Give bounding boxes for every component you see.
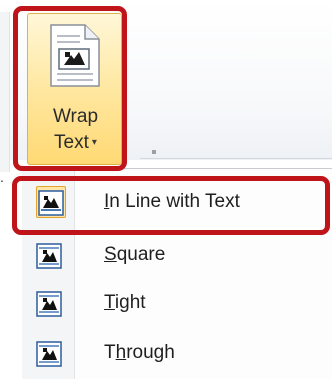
menu-item-square[interactable]: Square <box>22 231 332 281</box>
menu-item-label: Square <box>104 244 166 265</box>
wrap-tight-icon <box>36 291 62 317</box>
menu-item-through[interactable]: Through <box>22 329 332 379</box>
menu-item-label: Through <box>104 342 175 363</box>
highlight-box-wrap-text <box>13 6 127 171</box>
highlight-box-in-line-item <box>12 176 330 235</box>
ribbon-left-edge <box>0 12 10 172</box>
bullet-dot: . <box>0 169 4 185</box>
wrap-square-icon <box>36 243 62 269</box>
menu-item-tight[interactable]: Tight <box>22 279 332 329</box>
ribbon-marker <box>152 150 156 154</box>
wrap-through-icon <box>36 341 62 367</box>
ribbon-divider <box>140 158 332 159</box>
menu-item-label: Tight <box>104 292 146 313</box>
